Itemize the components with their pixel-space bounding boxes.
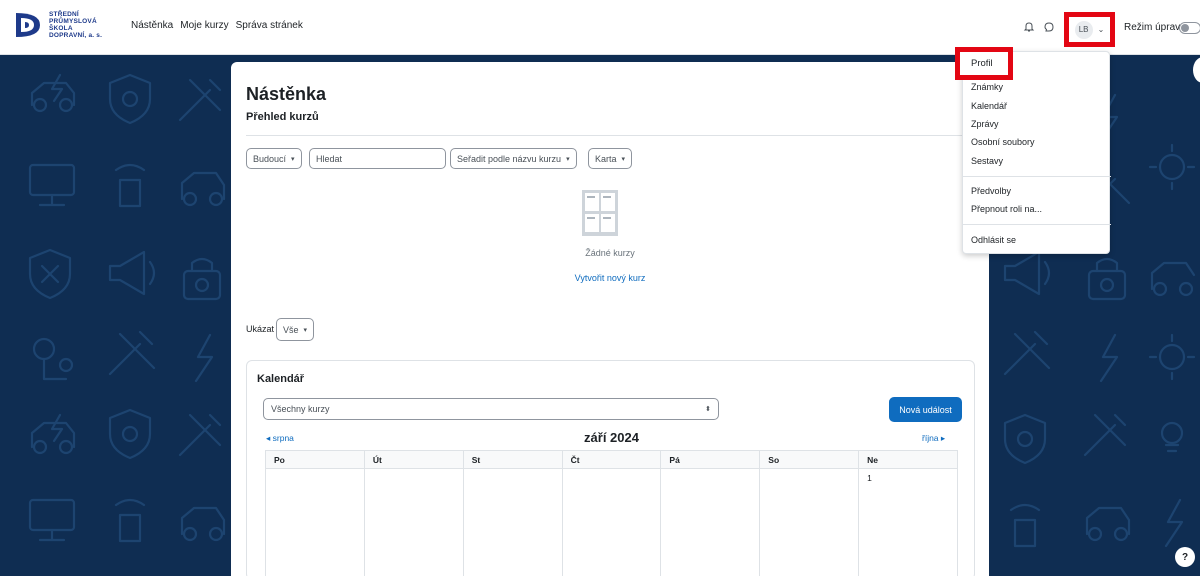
edit-mode-label: Režim úprav [1124,22,1181,33]
day-cell [464,469,563,576]
primary-nav: Nástěnka Moje kurzy Správa stránek [131,20,303,31]
chevron-down-icon: ▾ [621,155,626,163]
top-navbar: STŘEDNÍ PRŮMYSLOVÁ ŠKOLA DOPRAVNÍ, a. s.… [0,0,1200,55]
messages-button[interactable] [1040,18,1058,36]
menu-item-reports[interactable]: Sestavy [971,156,1003,166]
menu-item-switch-role[interactable]: Přepnout roli na... [971,204,1042,214]
main-content: Nástěnka Přehled kurzů Budoucí ▾ Hledat … [231,62,989,576]
day-cell [563,469,662,576]
day-cell [365,469,464,576]
menu-item-preferences[interactable]: Předvolby [971,186,1011,196]
weekday-header: Po [266,451,365,469]
menu-item-messages[interactable]: Zprávy [971,119,999,129]
profile-label: Profil [971,58,993,69]
empty-courses-icon [582,190,618,236]
menu-item-logout[interactable]: Odhlásit se [971,235,1016,245]
calendar-course-select[interactable]: Všechny kurzy ⬍ [263,398,719,420]
calendar-course-value: Všechny kurzy [271,404,330,414]
nav-item-dashboard[interactable]: Nástěnka [131,20,173,31]
weekday-header: Pá [661,451,761,469]
menu-item-profile[interactable]: Profil [955,47,1013,80]
user-menu-dropdown: Známky Kalendář Zprávy Osobní soubory Se… [962,51,1111,254]
menu-item-private-files[interactable]: Osobní soubory [971,137,1035,147]
timeline-filter-select[interactable]: Budoucí ▾ [246,148,302,169]
next-month-link[interactable]: října ▸ [922,433,945,444]
logo-text: STŘEDNÍ PRŮMYSLOVÁ ŠKOLA DOPRAVNÍ, a. s. [49,11,103,39]
day-cell [661,469,761,576]
avatar: LB [1074,20,1093,39]
course-search-input[interactable]: Hledat [309,148,446,169]
view-select[interactable]: Karta ▾ [588,148,633,169]
sort-value: Seřadit podle názvu kurzu [457,153,562,164]
show-count-value: Vše [283,324,299,335]
weekday-header: So [760,451,860,469]
calendar-block: Kalendář Všechny kurzy ⬍ Nová událost ◂ … [246,360,975,576]
weekday-header: Út [364,451,464,469]
day-cell-1[interactable]: 1 [859,469,958,576]
help-button[interactable]: ? [1175,547,1195,567]
chevron-down-icon: ⌄ [1097,25,1105,34]
empty-state-text: Žádné kurzy [585,248,635,258]
chevron-down-icon: ▾ [566,155,570,163]
create-course-link[interactable]: Vytvořit nový kurz [231,273,989,283]
weekday-header: St [463,451,563,469]
weekday-header: Ne [859,451,958,469]
calendar-title: Kalendář [257,373,305,385]
day-cell [760,469,860,576]
menu-item-grades[interactable]: Známky [971,82,1003,92]
page-title: Nástěnka [246,84,327,104]
menu-divider [963,176,1111,177]
calendar-grid: Po Út St Čt Pá So Ne 1 [265,450,958,576]
user-menu-toggle[interactable]: LB ⌄ [1064,12,1115,47]
view-value: Karta [595,153,617,164]
show-label: Ukázat [246,324,275,334]
chevron-down-icon: ▾ [291,155,295,163]
question-icon: ? [1181,551,1189,563]
menu-divider [963,224,1111,225]
bell-icon [1023,22,1035,32]
day-cell [266,469,365,576]
next-month-label: října [922,433,939,443]
chat-bubble-icon [1044,22,1054,32]
logo-icon [16,13,40,37]
sort-select[interactable]: Seřadit podle názvu kurzu ▾ [450,148,577,169]
menu-item-calendar[interactable]: Kalendář [971,101,1007,111]
timeline-filter-value: Budoucí [253,153,287,164]
arrow-right-icon: ▸ [938,433,946,443]
current-month-title: září 2024 [584,430,639,445]
divider [246,135,989,136]
nav-item-site-admin[interactable]: Správa stránek [236,20,303,31]
weekday-header: Čt [562,451,662,469]
select-arrows-icon: ⬍ [705,406,711,413]
new-event-button[interactable]: Nová událost [889,397,962,422]
chevron-down-icon: ▾ [303,326,308,334]
section-title: Přehled kurzů [246,111,319,123]
notifications-button[interactable] [1020,18,1038,36]
school-logo[interactable]: STŘEDNÍ PRŮMYSLOVÁ ŠKOLA DOPRAVNÍ, a. s. [12,9,102,41]
search-placeholder: Hledat [316,153,343,164]
edit-mode-toggle[interactable] [1179,22,1200,34]
nav-item-my-courses[interactable]: Moje kurzy [180,20,228,31]
show-count-select[interactable]: Vše ▾ [276,318,315,341]
